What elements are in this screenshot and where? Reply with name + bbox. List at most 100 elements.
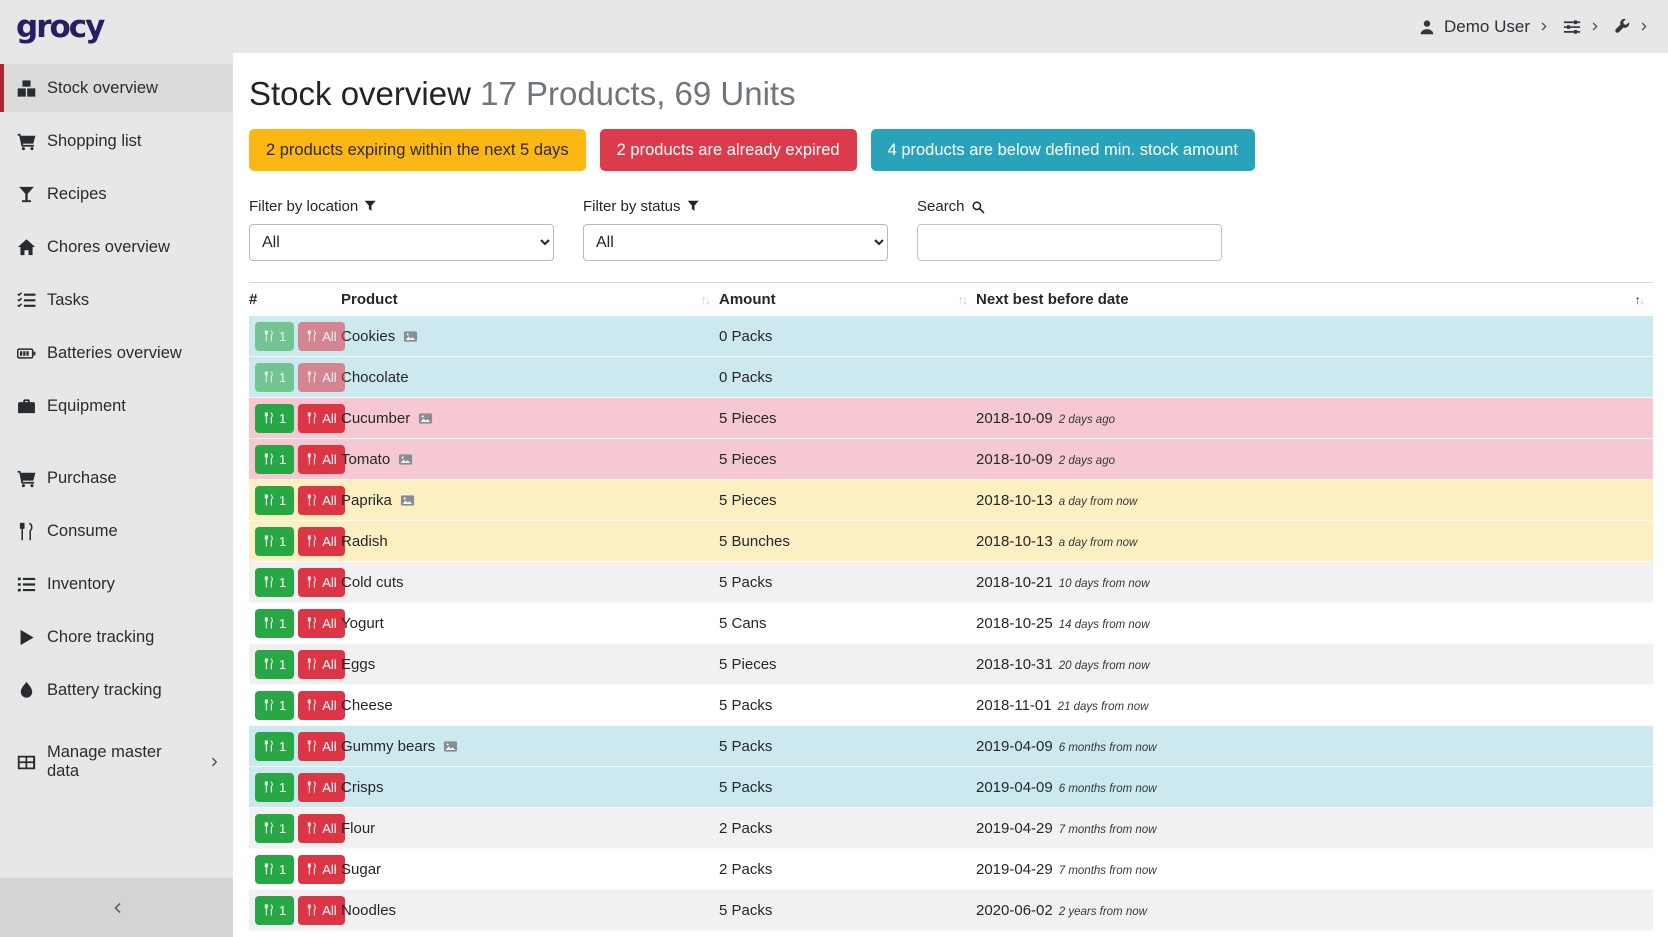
product-name[interactable]: Flour xyxy=(341,820,375,837)
consume-all-label: All xyxy=(322,698,336,713)
consume-all-button[interactable]: All xyxy=(298,896,344,925)
sidebar-item-consume[interactable]: Consume xyxy=(0,507,233,555)
product-name[interactable]: Noodles xyxy=(341,902,396,919)
consume-all-button[interactable]: All xyxy=(298,609,344,638)
tasks-icon xyxy=(17,291,36,310)
sidebar-item-recipes[interactable]: Recipes xyxy=(0,170,233,218)
consume-one-button[interactable]: 1 xyxy=(255,896,294,925)
sort-icon[interactable]: ↑↓ xyxy=(958,293,967,307)
sidebar-item-batteries-overview[interactable]: Batteries overview xyxy=(0,329,233,377)
consume-one-button[interactable]: 1 xyxy=(255,855,294,884)
consume-all-button[interactable]: All xyxy=(298,486,344,515)
consume-all-button[interactable]: All xyxy=(298,404,344,433)
sidebar-item-inventory[interactable]: Inventory xyxy=(0,560,233,608)
utensils-icon xyxy=(263,740,275,752)
consume-one-button[interactable]: 1 xyxy=(255,814,294,843)
consume-one-label: 1 xyxy=(279,739,286,754)
consume-one-button[interactable]: 1 xyxy=(255,486,294,515)
sidebar-item-chores-overview[interactable]: Chores overview xyxy=(0,223,233,271)
sidebar-item-shopping-list[interactable]: Shopping list xyxy=(0,117,233,165)
status-filter-label: Filter by status xyxy=(583,198,888,215)
product-name[interactable]: Yogurt xyxy=(341,615,384,632)
product-image-icon[interactable] xyxy=(399,493,416,508)
consume-one-button[interactable]: 1 xyxy=(255,691,294,720)
product-name[interactable]: Paprika xyxy=(341,492,392,509)
product-name[interactable]: Cookies xyxy=(341,328,395,345)
below-min-stock-alert[interactable]: 4 products are below defined min. stock … xyxy=(871,129,1255,171)
consume-all-button[interactable]: All xyxy=(298,363,344,392)
product-image-icon[interactable] xyxy=(417,411,434,426)
column-header-amount[interactable]: Amount ↑↓ xyxy=(719,291,976,308)
consume-all-button[interactable]: All xyxy=(298,773,344,802)
consume-all-button[interactable]: All xyxy=(298,322,344,351)
table-row: 1 All Tomato 5 Pieces 2018-10-09 2 days … xyxy=(249,439,1653,480)
product-name[interactable]: Cucumber xyxy=(341,410,410,427)
relative-time: 21 days from now xyxy=(1058,701,1149,713)
product-name[interactable]: Sugar xyxy=(341,861,381,878)
consume-all-button[interactable]: All xyxy=(298,650,344,679)
sidebar-item-battery-tracking[interactable]: Battery tracking xyxy=(0,666,233,714)
sidebar-item-equipment[interactable]: Equipment xyxy=(0,382,233,430)
sidebar-collapse-button[interactable] xyxy=(0,878,233,937)
consume-one-button[interactable]: 1 xyxy=(255,773,294,802)
product-name[interactable]: Gummy bears xyxy=(341,738,435,755)
table-row: 1 All Cheese 5 Packs 2018-11-01 21 days … xyxy=(249,685,1653,726)
sort-icon[interactable]: ↑↓ xyxy=(701,293,710,307)
user-menu[interactable]: Demo User xyxy=(1419,17,1550,37)
product-name[interactable]: Cheese xyxy=(341,697,393,714)
search-input[interactable] xyxy=(917,224,1222,261)
location-filter-select[interactable]: All xyxy=(249,224,554,261)
product-name[interactable]: Crisps xyxy=(341,779,384,796)
sidebar-item-stock-overview[interactable]: Stock overview xyxy=(0,64,233,112)
sort-icon[interactable]: ↑↓ xyxy=(1635,293,1644,307)
consume-one-button[interactable]: 1 xyxy=(255,568,294,597)
amount-cell: 5 Packs xyxy=(719,697,976,714)
sidebar-item-label: Equipment xyxy=(47,397,126,416)
consume-one-label: 1 xyxy=(279,329,286,344)
product-image-icon[interactable] xyxy=(442,739,459,754)
relative-time: a day from now xyxy=(1059,496,1138,508)
column-header-next-best-before-date[interactable]: Next best before date ↑↓ xyxy=(976,291,1653,308)
consume-one-button[interactable]: 1 xyxy=(255,650,294,679)
consume-all-button[interactable]: All xyxy=(298,568,344,597)
utensils-icon xyxy=(306,576,318,588)
product-name[interactable]: Cold cuts xyxy=(341,574,404,591)
consume-one-button[interactable]: 1 xyxy=(255,609,294,638)
product-image-icon[interactable] xyxy=(402,329,419,344)
consume-one-button[interactable]: 1 xyxy=(255,527,294,556)
consume-one-button[interactable]: 1 xyxy=(255,404,294,433)
column-header-product[interactable]: Product ↑↓ xyxy=(341,291,719,308)
sidebar-item-label: Recipes xyxy=(47,185,107,204)
settings-menu[interactable] xyxy=(1563,18,1601,36)
utensils-icon xyxy=(263,904,275,916)
consume-one-button[interactable]: 1 xyxy=(255,322,294,351)
sidebar-item-purchase[interactable]: Purchase xyxy=(0,454,233,502)
product-name[interactable]: Tomato xyxy=(341,451,390,468)
product-name[interactable]: Radish xyxy=(341,533,388,550)
consume-all-button[interactable]: All xyxy=(298,814,344,843)
admin-menu[interactable] xyxy=(1614,19,1650,35)
expiring-alert[interactable]: 2 products expiring within the next 5 da… xyxy=(249,129,586,171)
product-name[interactable]: Chocolate xyxy=(341,369,409,386)
consume-all-label: All xyxy=(322,452,336,467)
sidebar-item-label: Shopping list xyxy=(47,132,141,151)
consume-one-button[interactable]: 1 xyxy=(255,732,294,761)
status-filter-select[interactable]: All xyxy=(583,224,888,261)
consume-all-button[interactable]: All xyxy=(298,855,344,884)
consume-one-button[interactable]: 1 xyxy=(255,445,294,474)
sidebar-item-manage-master-data[interactable]: Manage master data xyxy=(0,738,233,786)
consume-all-button[interactable]: All xyxy=(298,445,344,474)
relative-time: 7 months from now xyxy=(1059,824,1157,836)
product-name[interactable]: Eggs xyxy=(341,656,375,673)
consume-all-label: All xyxy=(322,329,336,344)
consume-one-button[interactable]: 1 xyxy=(255,363,294,392)
product-image-icon[interactable] xyxy=(397,452,414,467)
consume-all-button[interactable]: All xyxy=(298,527,344,556)
expired-alert[interactable]: 2 products are already expired xyxy=(600,129,857,171)
app-logo[interactable]: grocy xyxy=(16,9,103,45)
date-cell: 2018-10-25 14 days from now xyxy=(976,615,1653,632)
consume-all-button[interactable]: All xyxy=(298,732,344,761)
consume-all-button[interactable]: All xyxy=(298,691,344,720)
sidebar-item-chore-tracking[interactable]: Chore tracking xyxy=(0,613,233,661)
sidebar-item-tasks[interactable]: Tasks xyxy=(0,276,233,324)
